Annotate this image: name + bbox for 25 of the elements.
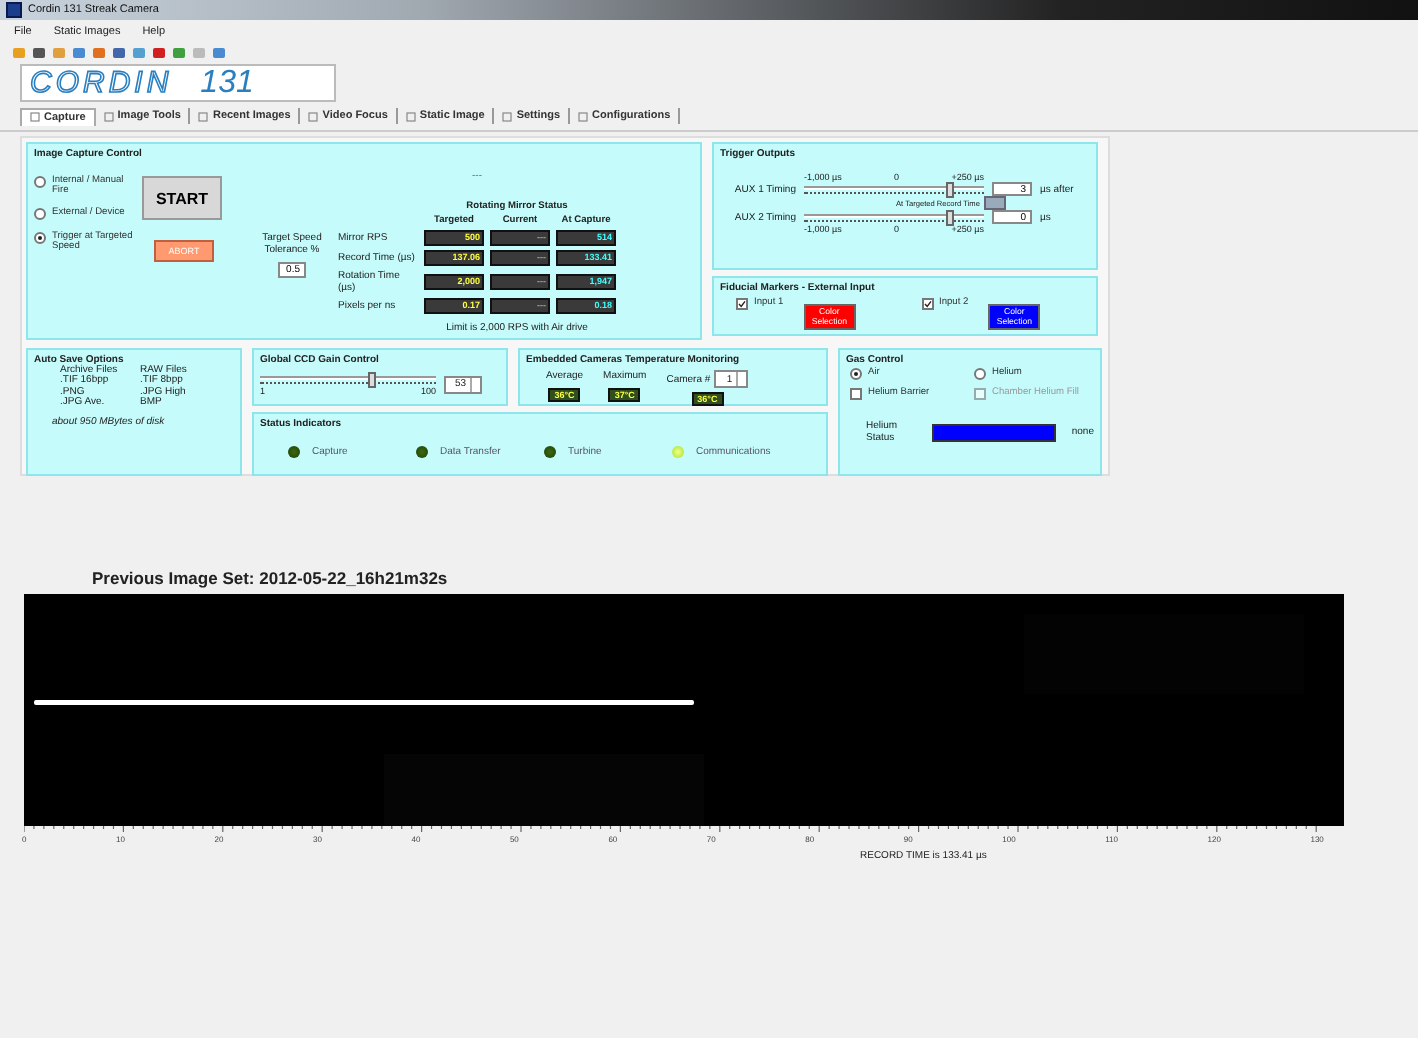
logo-brand: CORDIN bbox=[30, 68, 173, 98]
window-icon bbox=[198, 111, 209, 121]
radio-button[interactable] bbox=[850, 368, 862, 380]
radio-button[interactable] bbox=[34, 232, 46, 244]
checkbox[interactable] bbox=[736, 298, 748, 310]
logo-model: 131 bbox=[200, 67, 254, 99]
window-icon bbox=[30, 112, 40, 122]
window-icon bbox=[405, 111, 416, 121]
radio-button[interactable] bbox=[34, 176, 46, 188]
window-icon bbox=[502, 111, 513, 121]
start-button[interactable]: START bbox=[142, 176, 222, 220]
slider-thumb[interactable] bbox=[367, 372, 376, 388]
checkbox[interactable] bbox=[850, 388, 862, 400]
window-icon bbox=[103, 111, 114, 121]
toggle-button[interactable] bbox=[983, 196, 1006, 210]
slider-track[interactable] bbox=[260, 372, 436, 386]
image-set-title: Previous Image Set: 2012-05-22_16h21m32s bbox=[92, 568, 450, 588]
radio-button[interactable] bbox=[974, 368, 986, 380]
app-icon bbox=[6, 2, 22, 18]
slider-thumb[interactable] bbox=[946, 182, 954, 198]
checkbox[interactable] bbox=[921, 298, 933, 310]
slider-thumb[interactable] bbox=[946, 210, 954, 226]
window-icon bbox=[308, 111, 319, 121]
window-icon bbox=[578, 111, 589, 121]
radio-button[interactable] bbox=[34, 208, 46, 220]
